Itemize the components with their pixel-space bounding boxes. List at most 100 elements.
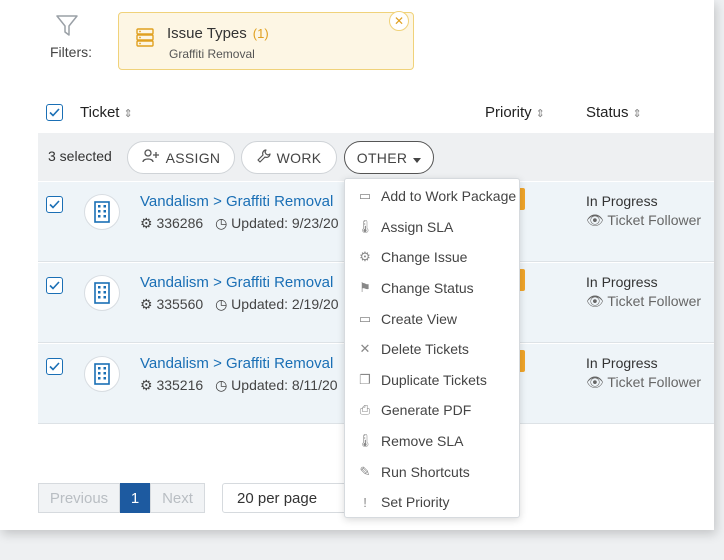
menu-item-generate-pdf[interactable]: ⎙ Generate PDF [345,395,519,426]
add-user-icon [141,149,160,166]
ticket-status: In Progress [586,355,658,371]
menu-item-label: Remove SLA [381,433,464,450]
previous-page-button[interactable]: Previous [38,483,120,513]
magic-wand-icon: ✎ [359,463,371,479]
menu-item-label: Assign SLA [381,218,454,235]
clock-icon: ◷ [215,296,228,312]
menu-item-create-view[interactable]: ▭ Create View [345,303,519,334]
menu-item-change-status[interactable]: ⚑ Change Status [345,273,519,304]
other-actions-menu: ▭ Add to Work Package 🌡 Assign SLA ⚙ Change I… [344,178,520,518]
assign-button[interactable]: ASSIGN [127,141,235,174]
row-checkbox[interactable] [46,358,63,375]
menu-item-label: Delete Tickets [381,341,469,358]
tickets-panel: Filters: Issue Types (1) Graffiti Removal… [0,0,714,530]
per-page-select[interactable]: 20 per page [222,483,352,513]
window-icon: ▭ [358,310,372,326]
eye-icon: 👁 [586,212,604,228]
ticket-title-link[interactable]: Vandalism > Graffiti Removal [140,355,333,372]
menu-item-label: Set Priority [381,494,450,511]
copy-icon: ❐ [359,371,371,387]
ticket-title-link[interactable]: Vandalism > Graffiti Removal [140,274,333,291]
cog-icon: ⚙ [140,215,153,231]
wrench-icon [257,149,271,166]
menu-item-label: Add to Work Package [381,188,517,205]
ticket-id: 336286 [156,215,204,231]
clock-icon: ◷ [215,215,228,231]
other-label: OTHER [356,149,408,166]
ticket-follower: 👁 Ticket Follower [586,374,701,391]
caret-down-icon [413,150,422,166]
ticket-meta: ⚙ 336286 ◷ Updated: 9/23/20 [140,215,339,232]
flag-icon: ⚑ [359,280,371,296]
page-number-button[interactable]: 1 [120,483,150,513]
sort-icon: ⇕ [632,108,642,120]
menu-item-duplicate-tickets[interactable]: ❐ Duplicate Tickets [345,365,519,396]
menu-item-change-issue[interactable]: ⚙ Change Issue [345,242,519,273]
row-checkbox[interactable] [46,277,63,294]
printer-icon: ⎙ [359,402,371,418]
filters-label: Filters: [50,44,92,60]
follower-label: Ticket Follower [607,374,702,390]
column-header-status[interactable]: Status ⇕ [586,104,642,121]
cog-icon: ⚙ [140,296,153,312]
assign-label: ASSIGN [165,149,221,166]
filter-chip-issue-types[interactable]: Issue Types (1) Graffiti Removal ✕ [118,11,414,70]
briefcase-icon: ▭ [358,188,372,204]
ticket-status: In Progress [586,193,658,209]
clock-icon: ◷ [215,377,228,393]
ticket-updated: Updated: 8/11/20 [231,377,338,393]
funnel-icon[interactable] [56,14,78,43]
building-icon [84,356,120,392]
menu-item-label: Run Shortcuts [381,463,470,480]
other-button[interactable]: OTHER [344,141,434,174]
thermometer-icon: 🌡 [356,218,374,234]
ticket-meta: ⚙ 335216 ◷ Updated: 8/11/20 [140,377,338,394]
ticket-status: In Progress [586,274,658,290]
ticket-updated: Updated: 2/19/20 [231,296,339,312]
menu-item-add-to-work-package[interactable]: ▭ Add to Work Package [345,181,519,212]
server-icon [135,27,155,52]
ticket-id: 335216 [156,377,204,393]
eye-icon: 👁 [586,374,604,390]
menu-item-label: Change Status [381,280,474,297]
row-checkbox[interactable] [46,196,63,213]
bulk-action-bar: 3 selected ASSIGN WORK OTHER [38,133,714,181]
selected-count: 3 selected [48,148,112,164]
close-icon[interactable]: ✕ [389,11,409,31]
ticket-meta: ⚙ 335560 ◷ Updated: 2/19/20 [140,296,339,313]
ticket-id: 335560 [156,296,204,312]
ticket-updated: Updated: 9/23/20 [231,215,339,231]
menu-item-remove-sla[interactable]: 🌡 Remove SLA [345,426,519,457]
filter-chip-value: Graffiti Removal [169,47,255,61]
work-button[interactable]: WORK [241,141,337,174]
ticket-follower: 👁 Ticket Follower [586,212,701,229]
menu-item-label: Create View [381,310,458,327]
x-icon: ✕ [359,341,371,357]
select-all-checkbox[interactable] [46,104,63,121]
ticket-follower: 👁 Ticket Follower [586,293,701,310]
work-label: WORK [276,149,322,166]
table-header: Ticket ⇕ Priority ⇕ Status ⇕ [38,96,714,132]
filter-bar: Filters: Issue Types (1) Graffiti Removal… [0,0,714,86]
sort-icon: ⇕ [535,108,545,120]
exclamation-icon: ! [363,494,367,510]
menu-item-label: Generate PDF [381,402,472,419]
eye-icon: 👁 [586,293,604,309]
menu-item-run-shortcuts[interactable]: ✎ Run Shortcuts [345,456,519,487]
menu-item-set-priority[interactable]: ! Set Priority [345,487,519,518]
column-header-priority[interactable]: Priority ⇕ [485,104,545,121]
thermometer-icon: 🌡 [356,433,374,449]
column-header-ticket[interactable]: Ticket ⇕ [80,104,133,121]
filter-chip-count: (1) [252,26,269,41]
menu-item-delete-tickets[interactable]: ✕ Delete Tickets [345,334,519,365]
gear-icon: ⚙ [359,249,371,265]
menu-item-label: Change Issue [381,249,468,266]
follower-label: Ticket Follower [607,212,702,228]
menu-item-assign-sla[interactable]: 🌡 Assign SLA [345,212,519,243]
ticket-title-link[interactable]: Vandalism > Graffiti Removal [140,193,333,210]
menu-item-label: Duplicate Tickets [381,371,487,388]
cog-icon: ⚙ [140,377,153,393]
filter-chip-title: Issue Types (1) [167,25,269,42]
building-icon [84,194,120,230]
next-page-button[interactable]: Next [150,483,205,513]
